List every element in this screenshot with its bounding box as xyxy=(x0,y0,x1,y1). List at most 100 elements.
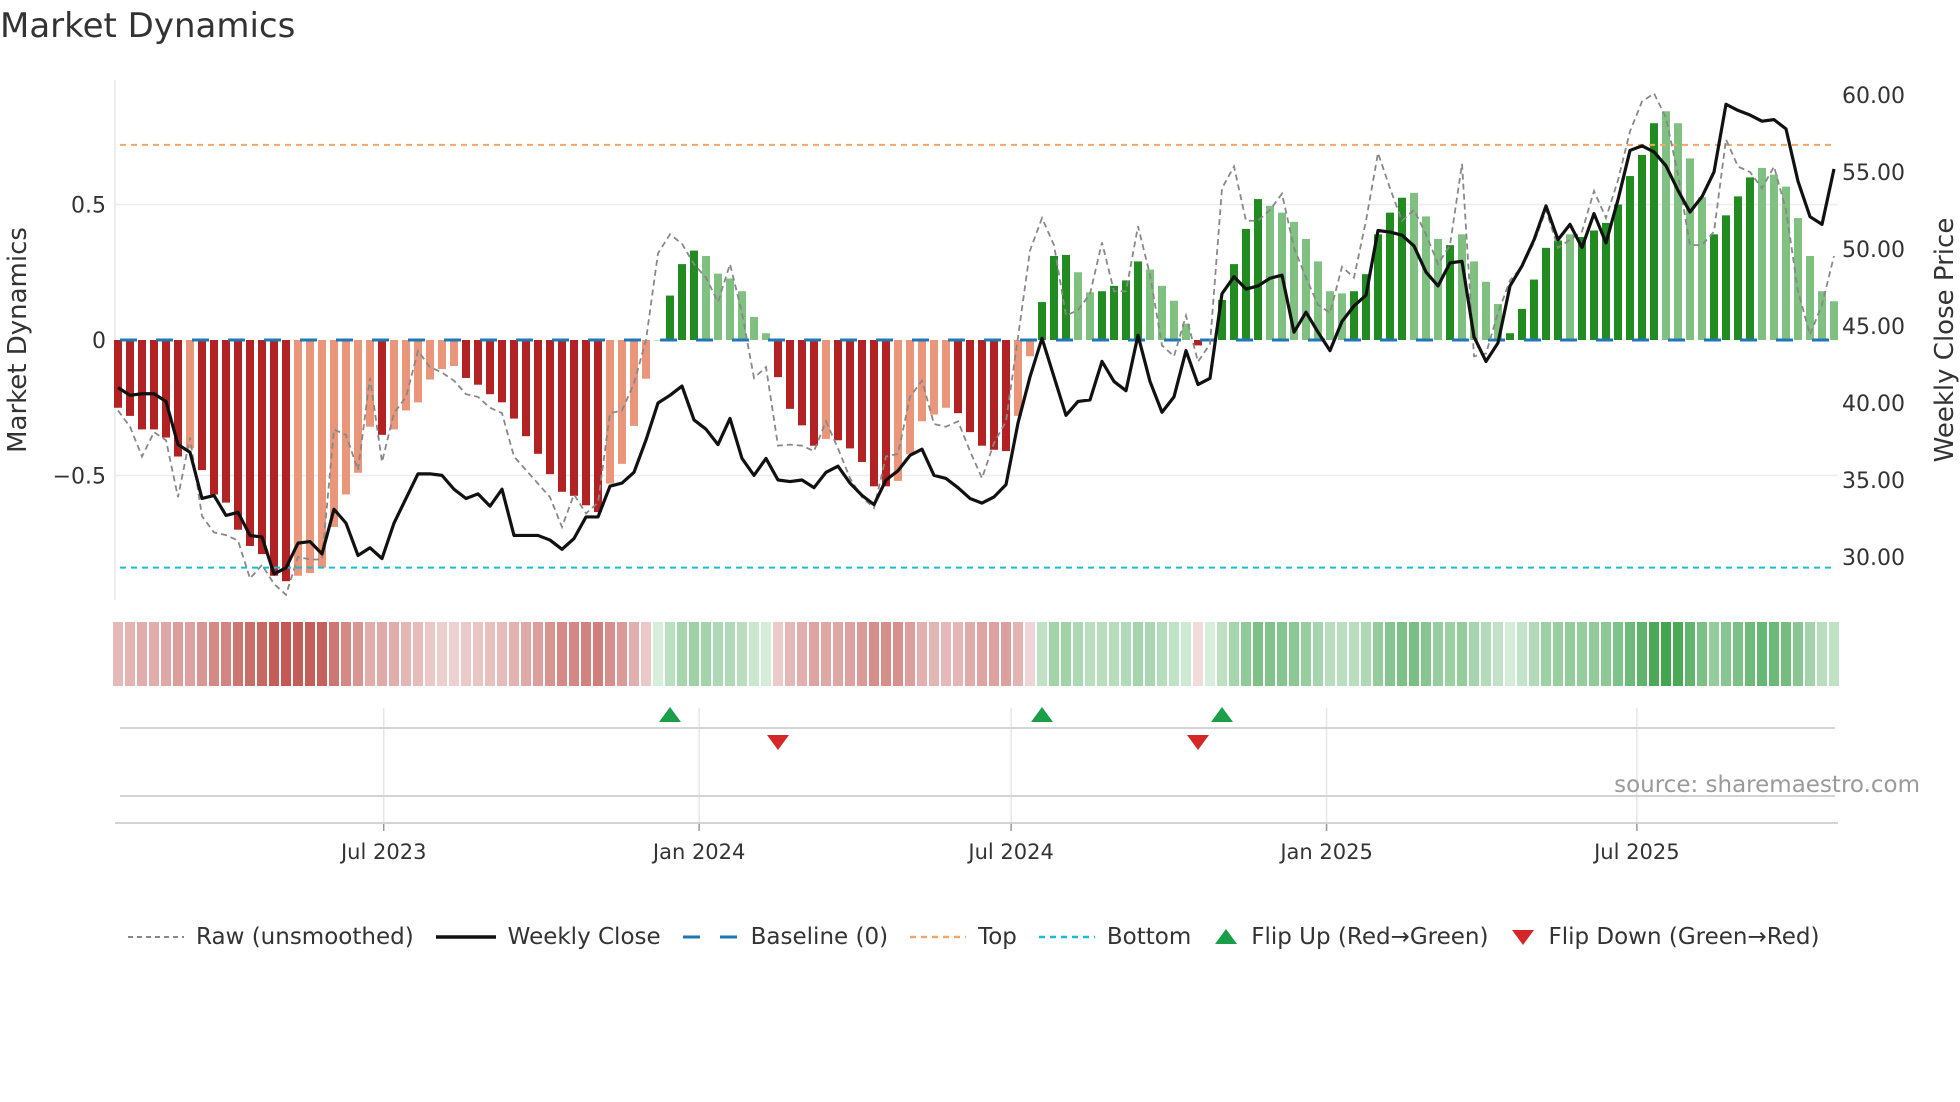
heat-cell xyxy=(941,622,951,686)
heat-cell xyxy=(1313,622,1323,686)
heat-cell xyxy=(869,622,879,686)
momentum-bar xyxy=(1254,199,1262,340)
heat-cell xyxy=(1301,622,1311,686)
heat-cell xyxy=(1709,622,1719,686)
heat-cell xyxy=(725,622,735,686)
momentum-bar xyxy=(558,340,566,492)
heat-cell xyxy=(425,622,435,686)
heat-cell xyxy=(785,622,795,686)
heat-cell xyxy=(1157,622,1167,686)
momentum-bar xyxy=(234,340,242,530)
heat-cell xyxy=(1133,622,1143,686)
heat-cell xyxy=(1385,622,1395,686)
legend-item-baseline: Baseline (0) xyxy=(682,924,888,950)
heat-cell xyxy=(533,622,543,686)
heat-cell xyxy=(761,622,771,686)
raw-series-line xyxy=(117,92,1835,597)
heat-cell xyxy=(581,622,591,686)
heat-cell xyxy=(905,622,915,686)
momentum-bar xyxy=(1038,302,1046,340)
heat-cell xyxy=(113,622,123,686)
legend: Raw (unsmoothed) Weekly Close Baseline (… xyxy=(128,924,1841,950)
momentum-bar xyxy=(1062,254,1070,340)
momentum-bar xyxy=(1638,154,1646,340)
heat-cell xyxy=(1037,622,1047,686)
heat-cell xyxy=(1541,622,1551,686)
y-tick-label-right: 40.00 xyxy=(1842,392,1905,417)
momentum-bar xyxy=(678,264,686,340)
momentum-bar xyxy=(990,340,998,450)
momentum-bar xyxy=(1554,240,1562,340)
momentum-bar xyxy=(114,340,122,408)
heat-cell xyxy=(953,622,963,686)
x-tick-label: Jul 2023 xyxy=(339,840,426,864)
x-tick-label: Jan 2024 xyxy=(651,840,746,864)
heat-cell xyxy=(1493,622,1503,686)
heat-cell xyxy=(461,622,471,686)
momentum-bar xyxy=(1674,123,1682,340)
heat-cell xyxy=(965,622,975,686)
heat-cell xyxy=(1469,622,1479,686)
heat-cell xyxy=(1793,622,1803,686)
heat-cell xyxy=(125,622,135,686)
heat-cell xyxy=(1373,622,1383,686)
momentum-bar xyxy=(1626,176,1634,340)
legend-item-top: Top xyxy=(910,924,1017,950)
y-tick-label-left: 0 xyxy=(92,329,106,354)
heat-cell xyxy=(1457,622,1467,686)
heat-cell xyxy=(1229,622,1239,686)
heat-strip xyxy=(113,622,1839,686)
heat-cell xyxy=(293,622,303,686)
heat-cell xyxy=(1673,622,1683,686)
y-axis-label-left: Market Dynamics xyxy=(3,227,33,453)
heat-cell xyxy=(665,622,675,686)
legend-item-bottom: Bottom xyxy=(1038,924,1191,950)
momentum-bar xyxy=(1170,300,1178,340)
heat-cell xyxy=(1409,622,1419,686)
momentum-bar xyxy=(366,340,374,427)
dashed-line-icon xyxy=(682,935,739,939)
momentum-bar xyxy=(834,340,842,441)
heat-cell xyxy=(137,622,147,686)
heat-cell xyxy=(1577,622,1587,686)
momentum-bar xyxy=(1134,261,1142,340)
heat-cell xyxy=(1757,622,1767,686)
legend-label: Weekly Close xyxy=(507,924,661,950)
y-tick-label-left: −0.5 xyxy=(53,465,106,490)
heat-cell xyxy=(653,622,663,686)
momentum-bar xyxy=(1758,167,1766,340)
heat-cell xyxy=(317,622,327,686)
momentum-bar xyxy=(642,340,650,379)
heat-cell xyxy=(1277,622,1287,686)
momentum-bar xyxy=(138,340,146,430)
heat-cell xyxy=(773,622,783,686)
momentum-bar xyxy=(210,340,218,495)
momentum-bar xyxy=(786,340,794,409)
heat-cell xyxy=(857,622,867,686)
level-lines xyxy=(120,143,1834,569)
heat-cell xyxy=(1517,622,1527,686)
momentum-bar xyxy=(1794,218,1802,340)
heat-cell xyxy=(305,622,315,686)
momentum-bar xyxy=(426,340,434,380)
heat-cell xyxy=(749,622,759,686)
heat-cell xyxy=(545,622,555,686)
heat-cell xyxy=(1805,622,1815,686)
momentum-bar xyxy=(282,340,290,582)
momentum-bar xyxy=(714,273,722,340)
momentum-bar xyxy=(1698,197,1706,340)
heat-cell xyxy=(509,622,519,686)
heat-cell xyxy=(365,622,375,686)
heat-cell xyxy=(1121,622,1131,686)
momentum-bar xyxy=(822,340,830,439)
momentum-bar xyxy=(1590,230,1598,340)
momentum-bar xyxy=(1518,308,1526,340)
momentum-bar xyxy=(294,340,302,576)
heat-cell xyxy=(1181,622,1191,686)
momentum-bar xyxy=(582,340,590,506)
momentum-bar xyxy=(1566,234,1574,340)
heat-cell xyxy=(1097,622,1107,686)
momentum-bar xyxy=(1050,255,1058,340)
heat-cell xyxy=(485,622,495,686)
heat-cell xyxy=(1433,622,1443,686)
